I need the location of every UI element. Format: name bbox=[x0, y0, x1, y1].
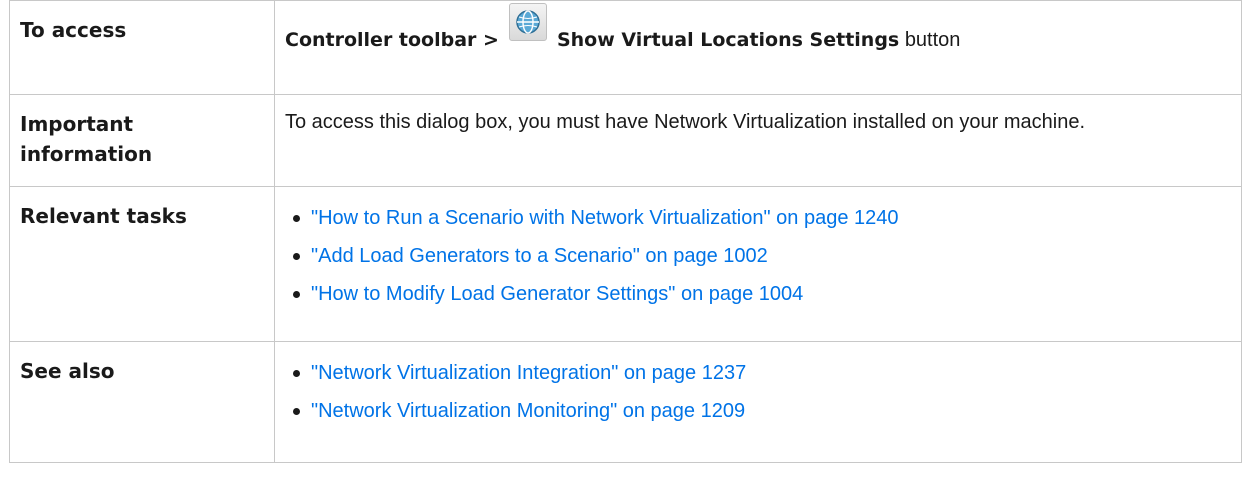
list-item: "Network Virtualization Monitoring" on p… bbox=[293, 392, 1231, 430]
row-value-to-access: Controller toolbar > Show Virtual Locati… bbox=[274, 0, 1242, 95]
list-item: "Add Load Generators to a Scenario" on p… bbox=[293, 237, 1231, 275]
link-run-scenario-network-virtualization[interactable]: "How to Run a Scenario with Network Virt… bbox=[311, 207, 899, 229]
link-network-virtualization-integration[interactable]: "Network Virtualization Integration" on … bbox=[311, 362, 746, 384]
row-label-relevant-tasks: Relevant tasks bbox=[9, 186, 275, 342]
access-path: Controller toolbar > Show Virtual Locati… bbox=[285, 3, 1231, 59]
row-label-see-also: See also bbox=[9, 341, 275, 463]
list-item: "How to Modify Load Generator Settings" … bbox=[293, 275, 1231, 313]
list-item: "Network Virtualization Integration" on … bbox=[293, 354, 1231, 392]
link-add-load-generators[interactable]: "Add Load Generators to a Scenario" on p… bbox=[311, 245, 768, 267]
row-value-see-also: "Network Virtualization Integration" on … bbox=[274, 341, 1242, 463]
row-see-also: See also "Network Virtualization Integra… bbox=[9, 341, 1242, 463]
virtual-locations-globe-icon bbox=[508, 3, 547, 41]
row-value-relevant-tasks: "How to Run a Scenario with Network Virt… bbox=[274, 186, 1242, 342]
row-relevant-tasks: Relevant tasks "How to Run a Scenario wi… bbox=[9, 186, 1242, 342]
row-label-line-2: information bbox=[20, 142, 153, 166]
row-label-line-1: Important bbox=[20, 112, 134, 136]
relevant-tasks-list: "How to Run a Scenario with Network Virt… bbox=[285, 199, 1231, 313]
row-label-to-access: To access bbox=[9, 0, 275, 95]
see-also-list: "Network Virtualization Integration" on … bbox=[285, 354, 1231, 430]
row-label-important-information: Important information bbox=[9, 94, 275, 187]
link-modify-load-generator-settings[interactable]: "How to Modify Load Generator Settings" … bbox=[311, 283, 803, 305]
row-value-important-information: To access this dialog box, you must have… bbox=[274, 94, 1242, 187]
row-important-information: Important information To access this dia… bbox=[9, 94, 1242, 187]
info-table: To access Controller toolbar > Show Virt… bbox=[9, 0, 1242, 463]
access-button-name: Show Virtual Locations Settings bbox=[556, 29, 900, 51]
access-path-prefix: Controller toolbar > bbox=[285, 29, 499, 51]
access-suffix: button bbox=[904, 29, 961, 51]
list-item: "How to Run a Scenario with Network Virt… bbox=[293, 199, 1231, 237]
link-network-virtualization-monitoring[interactable]: "Network Virtualization Monitoring" on p… bbox=[311, 400, 745, 422]
row-to-access: To access Controller toolbar > Show Virt… bbox=[9, 0, 1242, 95]
